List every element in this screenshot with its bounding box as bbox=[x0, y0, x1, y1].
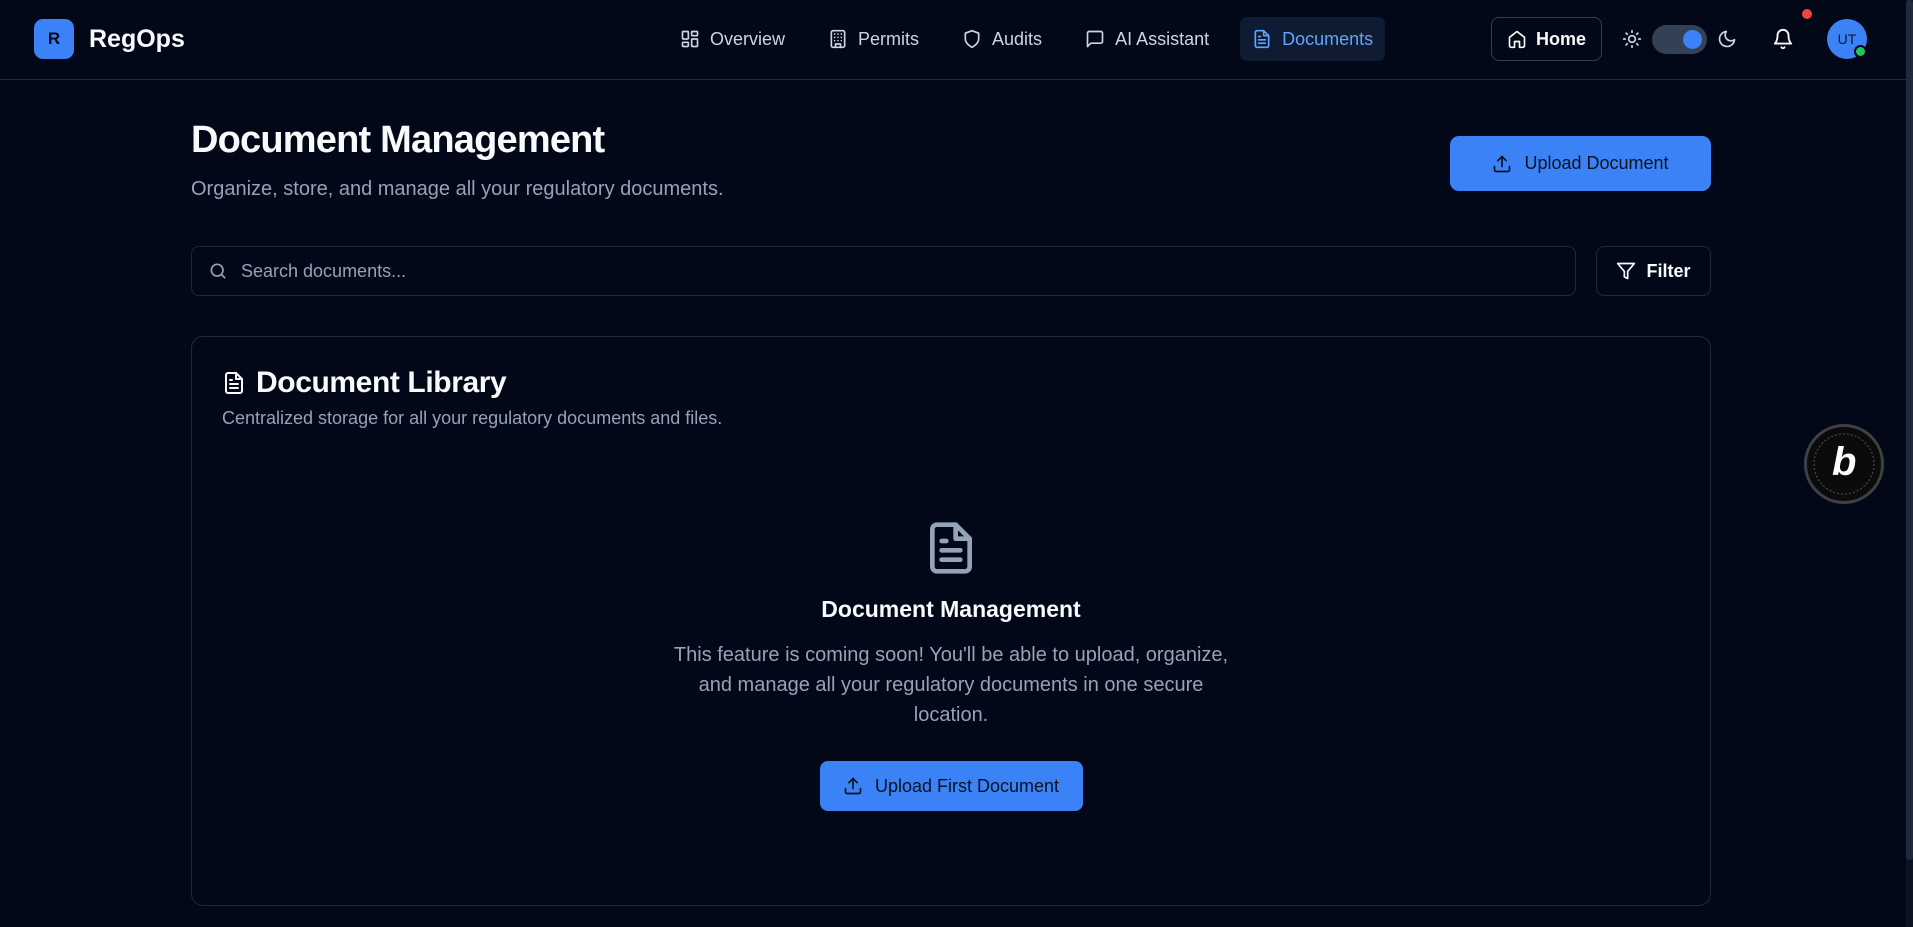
upload-icon bbox=[844, 777, 862, 795]
nav-item-permits[interactable]: Permits bbox=[816, 17, 931, 61]
brand-name: RegOps bbox=[89, 24, 185, 53]
nav-item-documents[interactable]: Documents bbox=[1240, 17, 1386, 61]
nav-label: AI Assistant bbox=[1115, 28, 1210, 49]
upload-first-document-button[interactable]: Upload First Document bbox=[819, 761, 1083, 811]
brand[interactable]: R RegOps bbox=[34, 19, 185, 59]
theme-toggle[interactable] bbox=[1652, 25, 1707, 54]
bolt-badge[interactable]: b bbox=[1804, 424, 1884, 504]
document-library-card: Document Library Centralized storage for… bbox=[191, 336, 1711, 906]
filter-icon bbox=[1617, 262, 1636, 280]
empty-state-title: Document Management bbox=[821, 596, 1081, 622]
upload-document-label: Upload Document bbox=[1524, 153, 1669, 173]
home-icon bbox=[1508, 30, 1526, 49]
nav-label: Audits bbox=[992, 28, 1043, 49]
page-title: Document Management bbox=[191, 119, 605, 161]
nav-item-audits[interactable]: Audits bbox=[950, 17, 1054, 61]
nav-label: Overview bbox=[710, 28, 786, 49]
empty-state-text: This feature is coming soon! You'll be a… bbox=[673, 644, 1229, 726]
document-icon bbox=[930, 522, 972, 574]
card-description: Centralized storage for all your regulat… bbox=[222, 408, 723, 428]
nav-item-ai-assistant[interactable]: AI Assistant bbox=[1073, 17, 1221, 61]
empty-state: Document Management This feature is comi… bbox=[192, 520, 1710, 811]
home-button-label: Home bbox=[1535, 28, 1586, 49]
filter-label: Filter bbox=[1646, 260, 1691, 281]
message-square-icon bbox=[1086, 30, 1104, 48]
nav-item-overview[interactable]: Overview bbox=[668, 17, 797, 61]
filter-button[interactable]: Filter bbox=[1596, 246, 1711, 296]
theme-toggle-knob bbox=[1683, 30, 1702, 49]
online-status-dot bbox=[1854, 45, 1867, 58]
building-icon bbox=[830, 29, 846, 49]
nav-label: Documents bbox=[1282, 28, 1374, 49]
nav-label: Permits bbox=[858, 28, 920, 49]
brand-logo: R bbox=[34, 19, 74, 59]
card-header: Document Library bbox=[222, 366, 507, 400]
file-text-icon bbox=[1254, 29, 1270, 49]
notification-dot bbox=[1802, 9, 1812, 19]
bolt-logo-icon: b bbox=[1832, 440, 1857, 484]
file-text-icon bbox=[225, 372, 243, 394]
search-icon bbox=[210, 263, 226, 279]
upload-document-button[interactable]: Upload Document bbox=[1450, 136, 1711, 191]
shield-icon bbox=[964, 29, 980, 49]
search-bar bbox=[191, 246, 1576, 296]
upload-first-document-label: Upload First Document bbox=[874, 775, 1060, 796]
card-title: Document Library bbox=[256, 366, 507, 399]
upload-icon bbox=[1494, 155, 1511, 172]
search-input[interactable] bbox=[241, 247, 1575, 295]
moon-icon[interactable] bbox=[1717, 29, 1737, 49]
sun-icon[interactable] bbox=[1622, 29, 1642, 49]
layout-dashboard-icon bbox=[681, 30, 699, 48]
scrollbar-thumb[interactable] bbox=[1906, 0, 1913, 860]
page-subtitle: Organize, store, and manage all your reg… bbox=[191, 178, 724, 200]
top-navigation-bar: R RegOps Overview Permits Audits AI Assi… bbox=[0, 0, 1913, 80]
bell-icon[interactable] bbox=[1772, 28, 1794, 50]
home-button[interactable]: Home bbox=[1491, 17, 1602, 61]
main-nav: Overview Permits Audits AI Assistant Doc… bbox=[668, 17, 1404, 61]
